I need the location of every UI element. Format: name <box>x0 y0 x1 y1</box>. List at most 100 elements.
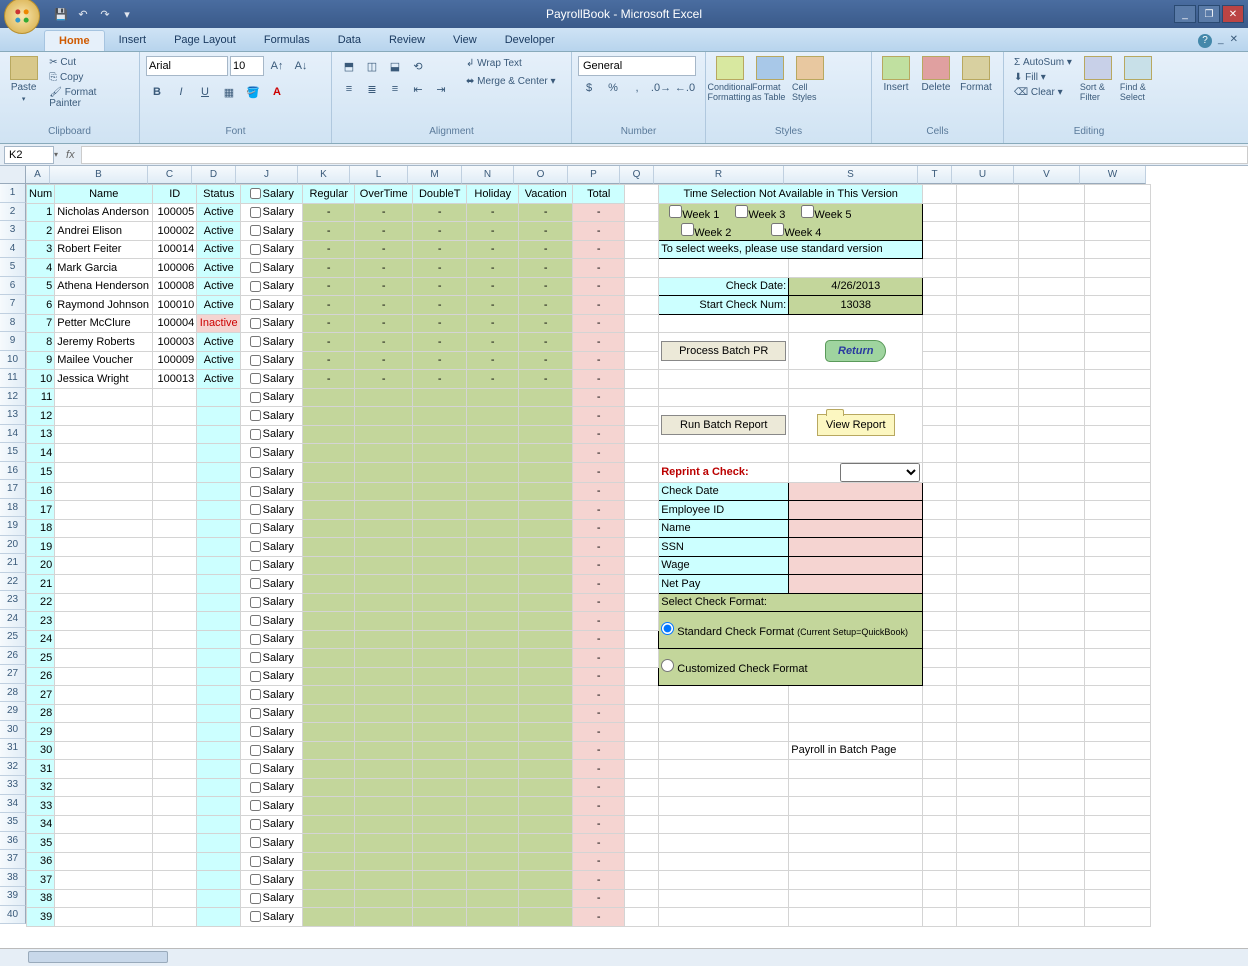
row-header-12[interactable]: 12 <box>0 388 26 407</box>
salary-checkbox[interactable] <box>250 262 261 273</box>
row-header-16[interactable]: 16 <box>0 462 26 481</box>
row-header-19[interactable]: 19 <box>0 517 26 536</box>
salary-checkbox[interactable] <box>250 225 261 236</box>
salary-checkbox[interactable] <box>250 726 261 737</box>
salary-checkbox[interactable] <box>250 486 261 497</box>
align-bottom-button[interactable]: ⬓ <box>384 56 406 76</box>
fill-button[interactable]: ⬇ Fill ▾ <box>1010 71 1076 84</box>
column-header-A[interactable]: A <box>26 166 50 184</box>
salary-checkbox[interactable] <box>250 578 261 589</box>
row-header-28[interactable]: 28 <box>0 684 26 703</box>
week4-checkbox[interactable]: Week 4 <box>771 227 821 239</box>
view-report-button[interactable]: View Report <box>817 414 895 436</box>
row-header-20[interactable]: 20 <box>0 536 26 555</box>
salary-checkbox[interactable] <box>250 634 261 645</box>
week2-checkbox[interactable]: Week 2 <box>681 227 731 239</box>
cell-styles-button[interactable]: Cell Styles <box>792 56 828 124</box>
column-header-J[interactable]: J <box>236 166 298 184</box>
row-header-5[interactable]: 5 <box>0 258 26 277</box>
italic-button[interactable]: I <box>170 82 192 102</box>
row-header-3[interactable]: 3 <box>0 221 26 240</box>
increase-indent-button[interactable]: ⇥ <box>430 79 452 99</box>
column-header-T[interactable]: T <box>918 166 952 184</box>
standard-format-radio[interactable]: Standard Check Format <box>661 626 794 638</box>
name-box[interactable] <box>4 146 54 164</box>
salary-checkbox[interactable] <box>250 708 261 719</box>
wrap-text-button[interactable]: ↲ Wrap Text <box>462 56 560 71</box>
row-header-26[interactable]: 26 <box>0 647 26 666</box>
conditional-formatting-button[interactable]: Conditional Formatting <box>712 56 748 124</box>
week5-checkbox[interactable]: Week 5 <box>801 209 851 221</box>
redo-icon[interactable]: ↷ <box>96 5 114 23</box>
find-select-button[interactable]: Find & Select <box>1120 56 1156 124</box>
row-header-36[interactable]: 36 <box>0 832 26 851</box>
row-header-40[interactable]: 40 <box>0 906 26 925</box>
week1-checkbox[interactable]: Week 1 <box>669 209 719 221</box>
salary-checkbox[interactable] <box>250 447 261 458</box>
salary-checkbox[interactable] <box>250 318 261 329</box>
week3-checkbox[interactable]: Week 3 <box>735 209 785 221</box>
salary-checkbox[interactable] <box>250 207 261 218</box>
column-header-L[interactable]: L <box>350 166 408 184</box>
row-header-30[interactable]: 30 <box>0 721 26 740</box>
salary-checkbox[interactable] <box>250 856 261 867</box>
column-header-U[interactable]: U <box>952 166 1014 184</box>
salary-checkbox[interactable] <box>250 541 261 552</box>
shrink-font-button[interactable]: A↓ <box>290 56 312 76</box>
salary-checkbox[interactable] <box>250 281 261 292</box>
row-header-32[interactable]: 32 <box>0 758 26 777</box>
row-header-18[interactable]: 18 <box>0 499 26 518</box>
salary-checkbox[interactable] <box>250 652 261 663</box>
salary-checkbox[interactable] <box>250 429 261 440</box>
fill-color-button[interactable]: 🪣 <box>242 82 264 102</box>
tab-developer[interactable]: Developer <box>491 30 569 51</box>
format-as-table-button[interactable]: Format as Table <box>752 56 788 124</box>
row-header-13[interactable]: 13 <box>0 406 26 425</box>
increase-decimal-button[interactable]: .0→ <box>650 78 672 98</box>
tab-insert[interactable]: Insert <box>105 30 161 51</box>
font-color-button[interactable]: A <box>266 82 288 102</box>
column-header-O[interactable]: O <box>514 166 568 184</box>
row-header-15[interactable]: 15 <box>0 443 26 462</box>
minimize-ribbon-icon[interactable]: _ <box>1218 34 1224 48</box>
font-name-select[interactable] <box>146 56 228 76</box>
salary-checkbox[interactable] <box>250 355 261 366</box>
row-header-27[interactable]: 27 <box>0 665 26 684</box>
row-header-1[interactable]: 1 <box>0 184 26 203</box>
select-all-button[interactable] <box>0 166 26 184</box>
align-right-button[interactable]: ≡ <box>384 79 406 99</box>
column-header-N[interactable]: N <box>462 166 514 184</box>
tab-data[interactable]: Data <box>324 30 375 51</box>
align-center-button[interactable]: ≣ <box>361 79 383 99</box>
row-header-17[interactable]: 17 <box>0 480 26 499</box>
close-button[interactable]: ✕ <box>1222 5 1244 23</box>
salary-checkbox[interactable] <box>250 504 261 515</box>
row-header-4[interactable]: 4 <box>0 240 26 259</box>
run-batch-report-button[interactable]: Run Batch Report <box>661 415 786 435</box>
format-cells-button[interactable]: Format <box>958 56 994 124</box>
salary-checkbox[interactable] <box>250 819 261 830</box>
close-workbook-icon[interactable]: ✕ <box>1230 34 1238 48</box>
formula-input[interactable] <box>81 146 1248 164</box>
align-left-button[interactable]: ≡ <box>338 79 360 99</box>
column-header-R[interactable]: R <box>654 166 784 184</box>
column-header-W[interactable]: W <box>1080 166 1146 184</box>
decrease-decimal-button[interactable]: ←.0 <box>674 78 696 98</box>
align-middle-button[interactable]: ◫ <box>361 56 383 76</box>
reprint-check-select[interactable] <box>840 463 920 482</box>
row-header-7[interactable]: 7 <box>0 295 26 314</box>
currency-button[interactable]: $ <box>578 78 600 98</box>
row-header-14[interactable]: 14 <box>0 425 26 444</box>
custom-format-radio[interactable]: Customized Check Format <box>661 663 807 675</box>
row-header-29[interactable]: 29 <box>0 702 26 721</box>
fx-icon[interactable]: fx <box>66 149 75 161</box>
salary-checkbox[interactable] <box>250 523 261 534</box>
font-size-select[interactable] <box>230 56 264 76</box>
row-header-11[interactable]: 11 <box>0 369 26 388</box>
salary-checkbox[interactable] <box>250 874 261 885</box>
restore-button[interactable]: ❐ <box>1198 5 1220 23</box>
border-button[interactable]: ▦ <box>218 82 240 102</box>
tab-review[interactable]: Review <box>375 30 439 51</box>
salary-checkbox[interactable] <box>250 782 261 793</box>
cut-button[interactable]: ✂ Cut <box>45 56 133 69</box>
